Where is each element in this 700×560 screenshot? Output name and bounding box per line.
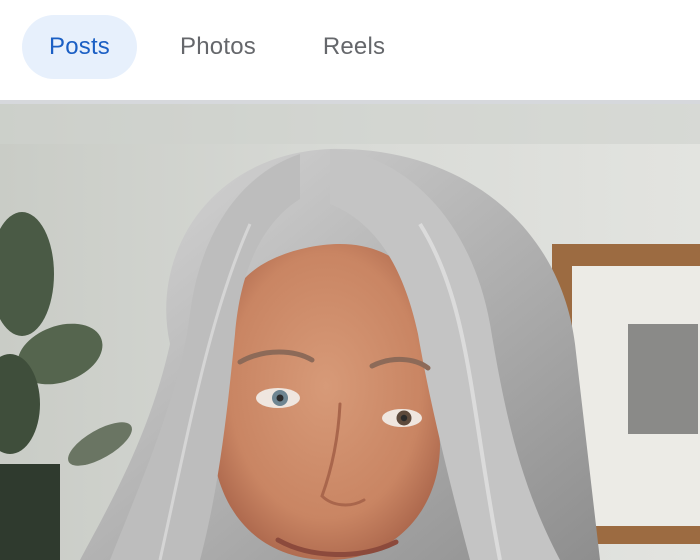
- post-photo[interactable]: [0, 104, 700, 560]
- tab-reels[interactable]: Reels: [300, 15, 408, 79]
- tab-posts[interactable]: Posts: [22, 15, 137, 79]
- portrait-illustration: [0, 104, 700, 560]
- profile-tab-bar: Posts Photos Reels: [0, 0, 700, 98]
- tab-photos[interactable]: Photos: [160, 15, 276, 79]
